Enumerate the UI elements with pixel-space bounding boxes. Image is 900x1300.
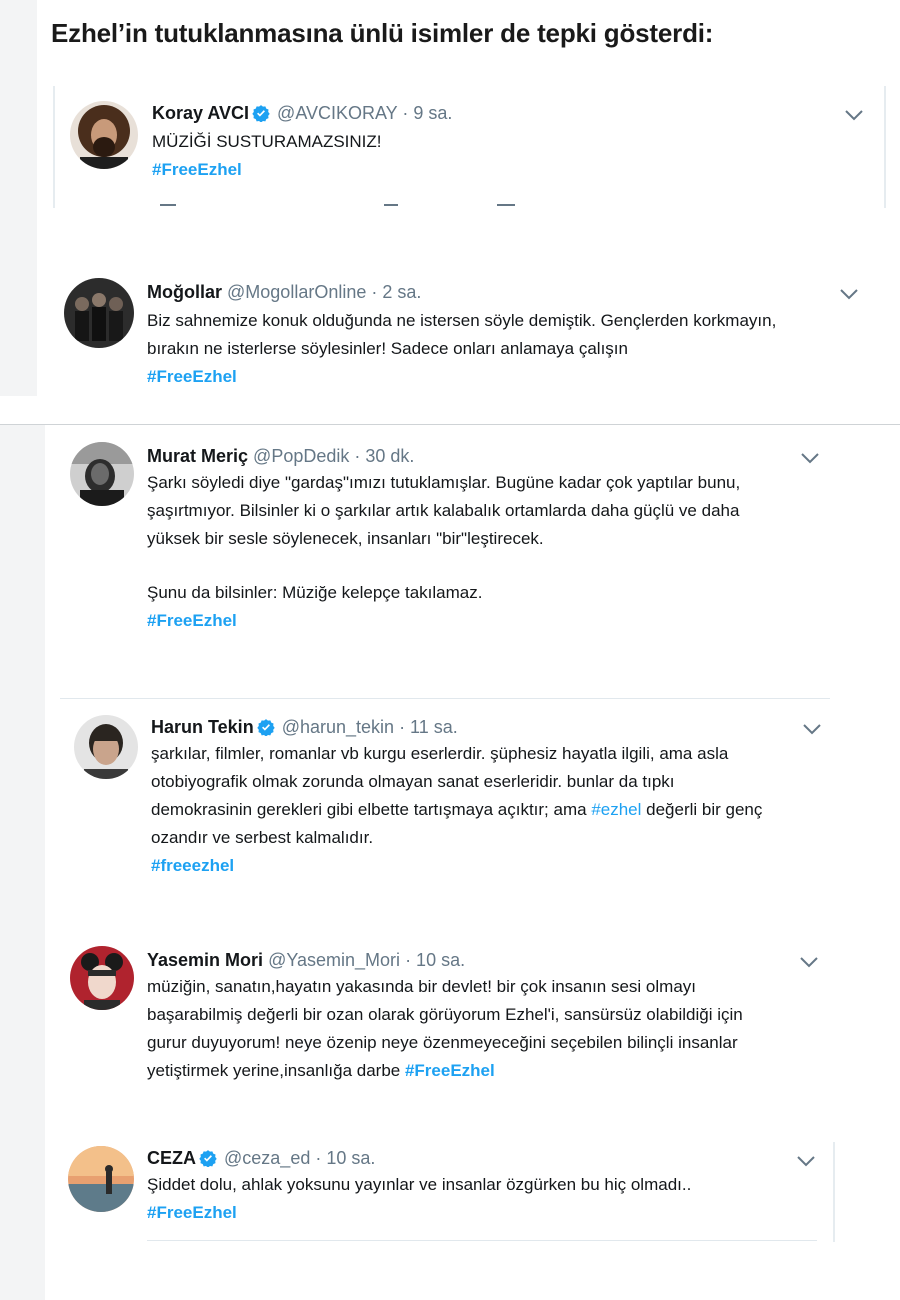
hashtag-link[interactable]: #FreeEzhel [147, 1199, 827, 1227]
author-name[interactable]: Harun Tekin [151, 717, 254, 737]
author-handle[interactable]: @AVCIKORAY [277, 103, 397, 123]
verified-badge-icon [256, 719, 275, 736]
avatar[interactable] [64, 278, 134, 348]
tweet-harun-tekin [74, 715, 138, 779]
tweet-murat-meric [70, 442, 134, 506]
tweet-text: Biz sahnemize konuk olduğunda ne isterse… [147, 311, 777, 358]
author-handle[interactable]: @MogollarOnline [227, 282, 366, 302]
tweet-text: Şiddet dolu, ahlak yoksunu yayınlar ve i… [147, 1175, 692, 1194]
chevron-down-icon[interactable] [798, 955, 820, 969]
tweet-ceza [68, 1146, 134, 1212]
verified-badge-icon [252, 105, 270, 122]
hashtag-link[interactable]: #FreeEzhel [147, 363, 867, 391]
hashtag-link[interactable]: #FreeEzhel [147, 607, 847, 635]
tweet-body: Murat Meriç @PopDedik · 30 dk. Şarkı söy… [147, 443, 847, 635]
tweet-separator [147, 1240, 817, 1241]
chevron-down-icon[interactable] [838, 287, 860, 301]
chevron-down-icon[interactable] [799, 451, 821, 465]
tweet-text: MÜZİĞİ SUSTURAMAZSINIZ! [152, 132, 382, 151]
tweet-time[interactable]: · 10 sa. [315, 1148, 375, 1168]
author-handle[interactable]: @PopDedik [253, 446, 349, 466]
avatar[interactable] [70, 101, 138, 169]
author-name[interactable]: Yasemin Mori [147, 950, 263, 970]
avatar[interactable] [70, 442, 134, 506]
embed-border-left [53, 86, 55, 208]
tweet-text: Şarkı söyledi diye "gardaş"ımızı tutukla… [147, 473, 741, 548]
chevron-down-icon[interactable] [843, 108, 865, 122]
author-handle[interactable]: @harun_tekin [282, 717, 394, 737]
tweet-time[interactable]: · 10 sa. [405, 950, 465, 970]
tweet-body: Harun Tekin @harun_tekin · 11 sa. şarkıl… [151, 714, 851, 880]
left-margin-strip [0, 0, 37, 396]
avatar[interactable] [68, 1146, 134, 1212]
tweet-time[interactable]: · 9 sa. [402, 103, 452, 123]
hashtag-link[interactable]: #FreeEzhel [152, 156, 802, 184]
avatar[interactable] [70, 946, 134, 1010]
verified-badge-icon [199, 1150, 217, 1167]
embed-border-right [884, 86, 886, 208]
section-divider [0, 424, 900, 425]
tweet-body: Koray AVCI @AVCIKORAY · 9 sa. MÜZİĞİ SUS… [152, 100, 802, 184]
page-title: Ezhel’in tutuklanmasına ünlü isimler de … [51, 18, 714, 48]
chevron-down-icon[interactable] [795, 1154, 817, 1168]
tweet-body: CEZA @ceza_ed · 10 sa. Şiddet dolu, ahla… [147, 1145, 827, 1227]
hashtag-link[interactable]: #freeezhel [151, 852, 851, 880]
tweet-body: Moğollar @MogollarOnline · 2 sa. Biz sah… [147, 279, 867, 391]
inline-hashtag-link[interactable]: #FreeEzhel [405, 1061, 495, 1080]
inline-hashtag-link[interactable]: #ezhel [591, 800, 641, 819]
tweet-yasemin-mori [70, 946, 134, 1010]
tweet-time[interactable]: · 30 dk. [354, 446, 414, 466]
tweet-time[interactable]: · 2 sa. [371, 282, 421, 302]
author-name[interactable]: Murat Meriç [147, 446, 248, 466]
tweet-text-second-paragraph: Şunu da bilsinler: Müziğe kelepçe takıla… [147, 583, 483, 602]
tweet-mogollar [64, 278, 134, 348]
embed-border-right [833, 1142, 835, 1242]
chevron-down-icon[interactable] [801, 722, 823, 736]
tweet-separator [60, 698, 830, 699]
author-name[interactable]: CEZA [147, 1148, 196, 1168]
author-name[interactable]: Koray AVCI [152, 103, 249, 123]
author-name[interactable]: Moğollar [147, 282, 222, 302]
author-handle[interactable]: @Yasemin_Mori [268, 950, 400, 970]
tweet-text: müziğin, sanatın,hayatın yakasında bir d… [147, 973, 847, 1085]
tweet-body: Yasemin Mori @Yasemin_Mori · 10 sa. müzi… [147, 947, 847, 1085]
tweet-actions-partial [152, 200, 522, 208]
avatar[interactable] [74, 715, 138, 779]
tweet-text: şarkılar, filmler, romanlar vb kurgu ese… [151, 740, 851, 852]
left-margin-strip [0, 424, 45, 1300]
author-handle[interactable]: @ceza_ed [224, 1148, 310, 1168]
tweet-time[interactable]: · 11 sa. [399, 717, 458, 737]
